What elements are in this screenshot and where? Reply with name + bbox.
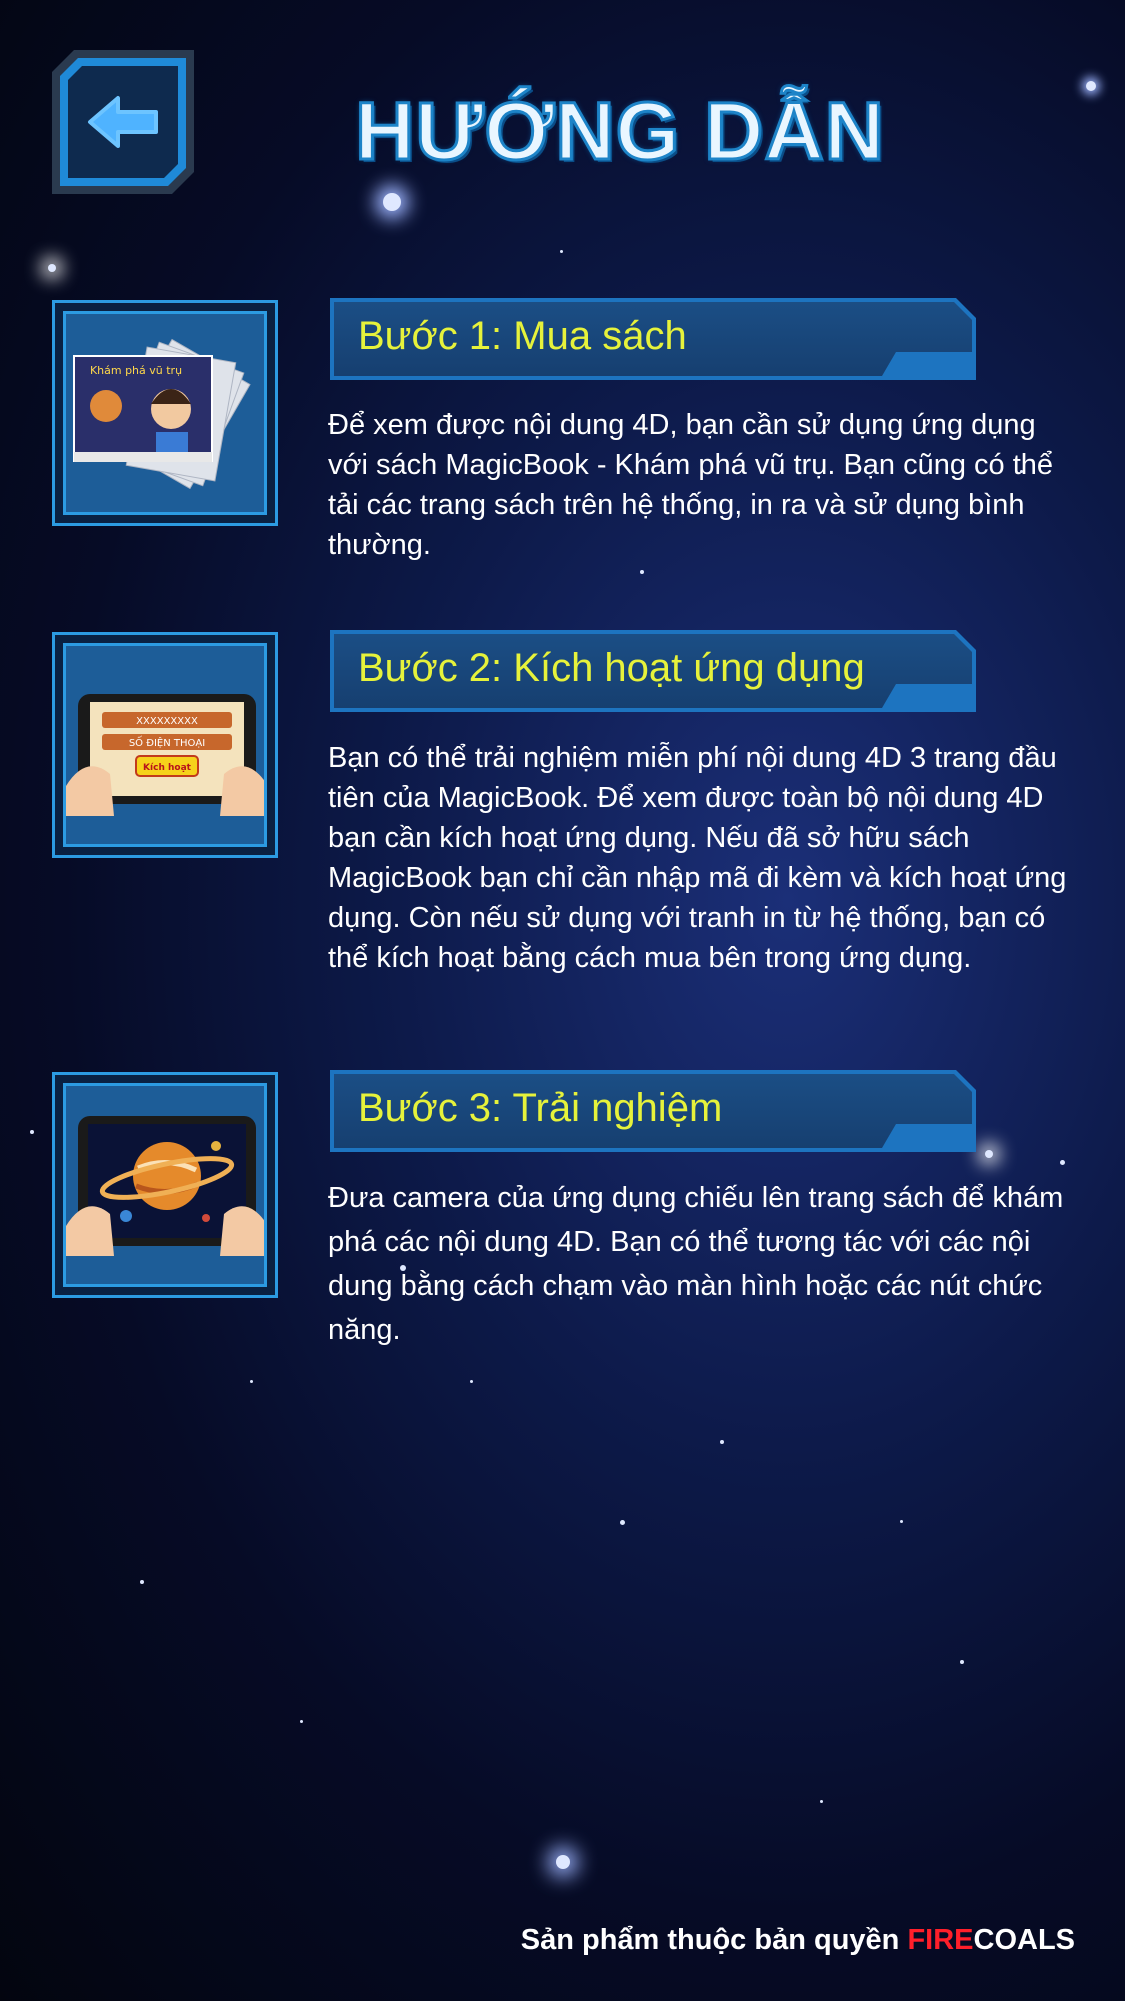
activation-tablet-image: XXXXXXXXX SỐ ĐIỆN THOẠI Kích hoạt xyxy=(66,694,264,844)
phone-field-text: SỐ ĐIỆN THOẠI xyxy=(129,735,205,749)
step3-thumbnail xyxy=(52,1072,278,1298)
step1-title: Bước 1: Mua sách xyxy=(358,314,687,358)
step1-thumbnail: Khám phá vũ trụ xyxy=(52,300,278,526)
planet-tablet-image xyxy=(66,1116,264,1284)
brand-fire: FIRE xyxy=(907,1924,974,1956)
back-button[interactable] xyxy=(52,50,194,194)
step2-thumbnail: XXXXXXXXX SỐ ĐIỆN THOẠI Kích hoạt xyxy=(52,632,278,858)
brand-coals: COALS xyxy=(973,1924,1076,1956)
book-cover-text: Khám phá vũ trụ xyxy=(90,364,182,377)
step1-text: Để xem được nội dung 4D, bạn cần sử dụng… xyxy=(328,409,1054,561)
step3-text: Đưa camera của ứng dụng chiếu lên trang … xyxy=(328,1182,1064,1346)
step1-banner: Bước 1: Mua sách xyxy=(330,298,976,380)
code-field-text: XXXXXXXXX xyxy=(136,716,198,727)
copyright-footer: Sản phẩm thuộc bản quyền FIRECOALS xyxy=(521,1924,1075,1957)
arrow-left-icon xyxy=(84,92,162,152)
copyright-prefix: Sản phẩm thuộc bản quyền xyxy=(520,1924,908,1956)
step3-title: Bước 3: Trải nghiệm xyxy=(358,1086,723,1130)
step3-banner: Bước 3: Trải nghiệm xyxy=(330,1070,976,1152)
step2-banner: Bước 2: Kích hoạt ứng dụng xyxy=(330,630,976,712)
step2-title: Bước 2: Kích hoạt ứng dụng xyxy=(358,646,865,690)
step2-text: Bạn có thể trải nghiệm miễn phí nội dung… xyxy=(328,742,1067,974)
magicbook-pages-image: Khám phá vũ trụ xyxy=(73,338,251,490)
page-title: HƯỚNG DẪN xyxy=(354,85,886,179)
activate-button-text: Kích hoạt xyxy=(143,763,192,773)
